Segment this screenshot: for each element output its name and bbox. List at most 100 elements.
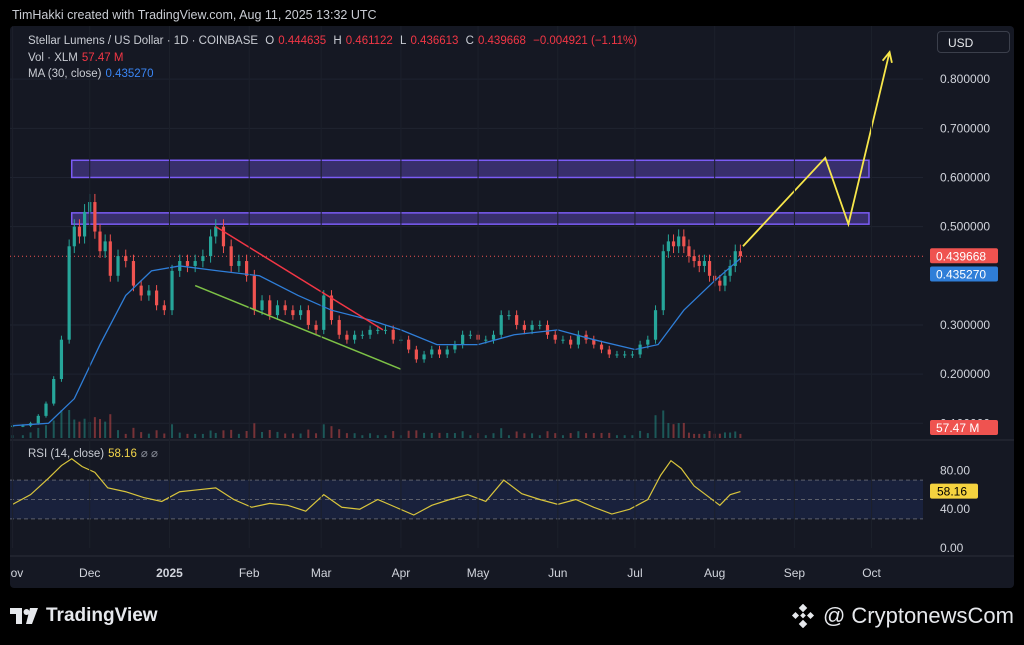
candle-body[interactable]	[484, 339, 488, 341]
symbol-name[interactable]: Stellar Lumens / US Dollar · 1D · COINBA…	[28, 35, 258, 47]
candle-body[interactable]	[638, 344, 642, 355]
candle-body[interactable]	[337, 320, 341, 335]
candle-body[interactable]	[468, 334, 472, 336]
candle-body[interactable]	[414, 349, 418, 360]
candle-body[interactable]	[21, 425, 25, 427]
candle-body[interactable]	[661, 251, 665, 311]
candle-body[interactable]	[376, 329, 380, 331]
candle-body[interactable]	[209, 236, 213, 257]
candle-body[interactable]	[677, 236, 681, 247]
candle-body[interactable]	[72, 226, 76, 247]
candle-body[interactable]	[383, 329, 388, 331]
candle-body[interactable]	[314, 324, 318, 330]
candle-body[interactable]	[67, 246, 71, 340]
candle-body[interactable]	[723, 275, 727, 286]
candle-body[interactable]	[671, 241, 676, 247]
candle-body[interactable]	[653, 310, 658, 340]
candle-body[interactable]	[407, 339, 411, 350]
candle-body[interactable]	[707, 261, 712, 276]
resistance-zone[interactable]	[70, 159, 870, 179]
currency-button[interactable]: USD	[937, 31, 1010, 53]
rsi-visibility-icons[interactable]: ⌀ ⌀	[141, 448, 158, 460]
candle-body[interactable]	[154, 290, 159, 306]
candle-body[interactable]	[607, 349, 611, 355]
candle-body[interactable]	[77, 226, 82, 237]
candle-body[interactable]	[687, 246, 691, 257]
candle-body[interactable]	[353, 334, 357, 340]
candle-body[interactable]	[615, 354, 619, 356]
candle-body[interactable]	[291, 310, 295, 316]
candle-body[interactable]	[666, 241, 670, 252]
candle-body[interactable]	[507, 315, 511, 317]
candle-body[interactable]	[124, 256, 128, 262]
volume-bar	[52, 420, 55, 438]
ma-legend[interactable]: MA (30, close) 0.435270	[28, 68, 157, 80]
candle-body[interactable]	[522, 324, 526, 330]
candle-body[interactable]	[306, 310, 310, 325]
candle-body[interactable]	[229, 246, 233, 266]
candle-body[interactable]	[201, 256, 205, 262]
candle-body[interactable]	[260, 300, 264, 311]
candle-body[interactable]	[368, 329, 372, 335]
candle-body[interactable]	[299, 310, 303, 316]
candle-body[interactable]	[36, 415, 40, 424]
candle-body[interactable]	[682, 236, 686, 247]
candle-body[interactable]	[437, 349, 442, 355]
candle-body[interactable]	[52, 379, 56, 404]
candle-body[interactable]	[116, 256, 120, 276]
candle-body[interactable]	[553, 334, 557, 340]
candle-body[interactable]	[108, 241, 112, 276]
candle-body[interactable]	[430, 349, 434, 355]
candle-body[interactable]	[59, 339, 64, 380]
candle-body[interactable]	[630, 354, 634, 356]
candle-body[interactable]	[530, 324, 534, 330]
candle-body[interactable]	[237, 261, 241, 266]
candle-body[interactable]	[538, 324, 542, 326]
candle-body[interactable]	[345, 334, 349, 340]
candle-body[interactable]	[545, 324, 550, 335]
candle-body[interactable]	[103, 241, 107, 252]
candle-body[interactable]	[360, 334, 364, 336]
candle-body[interactable]	[82, 211, 87, 237]
candle-body[interactable]	[461, 334, 465, 345]
candle-body[interactable]	[623, 354, 627, 356]
candle-body[interactable]	[44, 403, 48, 416]
candle-body[interactable]	[738, 251, 742, 257]
candle-body[interactable]	[718, 280, 722, 286]
candle-body[interactable]	[422, 354, 426, 360]
candle-body[interactable]	[702, 261, 706, 266]
candle-body[interactable]	[515, 315, 519, 325]
candle-body[interactable]	[162, 305, 166, 311]
candle-body[interactable]	[391, 329, 395, 340]
candle-body[interactable]	[147, 290, 151, 296]
candle-body[interactable]	[98, 231, 102, 252]
volume-legend[interactable]: Vol · XLM 57.47 M	[28, 52, 127, 64]
candle-body[interactable]	[283, 305, 287, 311]
resistance-zone[interactable]	[70, 212, 870, 225]
candle-body[interactable]	[322, 295, 326, 330]
candle-body[interactable]	[131, 261, 136, 286]
rsi-legend[interactable]: RSI (14, close) 58.16 ⌀ ⌀	[28, 446, 162, 460]
candle-body[interactable]	[275, 305, 280, 316]
open-label: O	[265, 35, 275, 47]
candle-body[interactable]	[139, 285, 143, 296]
candle-body[interactable]	[170, 270, 174, 311]
candle-body[interactable]	[499, 315, 503, 335]
candle-body[interactable]	[193, 261, 197, 266]
candle-body[interactable]	[268, 300, 272, 316]
candle-body[interactable]	[491, 334, 496, 340]
candle-body[interactable]	[561, 339, 565, 341]
candle-body[interactable]	[569, 339, 573, 345]
candle-body[interactable]	[185, 261, 190, 266]
candle-body[interactable]	[221, 226, 226, 247]
candle-body[interactable]	[599, 344, 604, 350]
candle-body[interactable]	[646, 339, 650, 345]
volume-bar	[45, 425, 48, 438]
candle-body[interactable]	[453, 344, 457, 350]
candle-body[interactable]	[692, 256, 696, 262]
candle-body[interactable]	[445, 349, 449, 355]
candle-body[interactable]	[93, 202, 97, 232]
chart-svg[interactable]: 0.800000 0.700000 0.600000 0.500000 0.300000…	[10, 26, 1014, 588]
candle-body[interactable]	[252, 275, 256, 311]
candle-body[interactable]	[697, 261, 701, 266]
